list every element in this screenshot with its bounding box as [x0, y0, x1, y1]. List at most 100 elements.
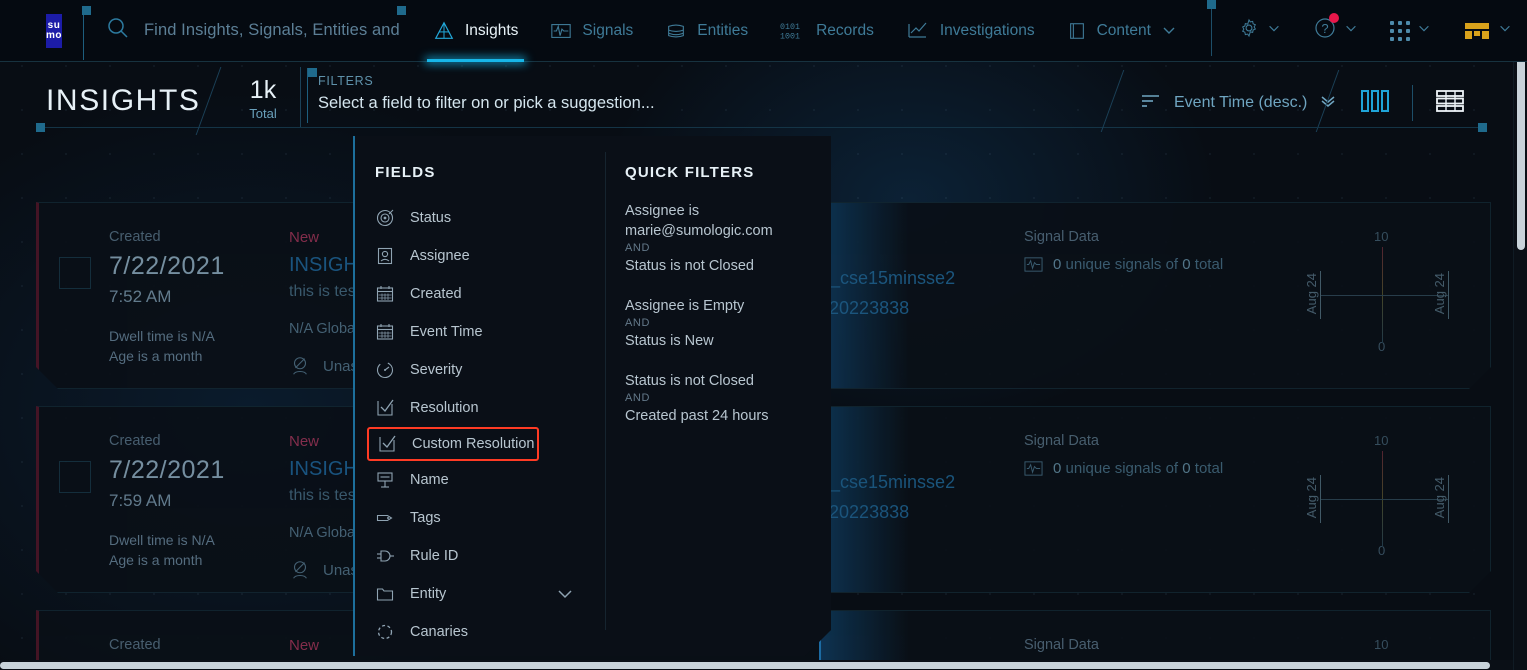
- card-signal-label: Signal Data: [1024, 229, 1099, 245]
- field-label: Tags: [410, 510, 441, 526]
- quick-filter-line-1: Status is not Closed: [625, 373, 754, 389]
- nav-item-signals[interactable]: Signals: [534, 0, 649, 62]
- field-item-entity[interactable]: Entity: [355, 575, 605, 613]
- chevron-down-icon: [1498, 21, 1512, 40]
- card-select-checkbox[interactable]: [59, 257, 91, 289]
- card-signal-unique: 0: [1053, 256, 1062, 273]
- field-item-name[interactable]: Name: [355, 461, 605, 499]
- checkbox-check-icon: [377, 434, 397, 454]
- entities-stack-icon: [665, 20, 687, 42]
- insights-total: 1k Total: [232, 75, 294, 121]
- horizontal-scrollbar[interactable]: [0, 660, 1513, 670]
- filter-suggestion-panel: FIELDS Status Assignee Created Event Tim…: [353, 136, 831, 656]
- card-sparkline-chart: 10 0 Aug 24 Aug 24: [1282, 417, 1482, 577]
- quick-filter-item[interactable]: Status is not Closed AND Created past 24…: [625, 371, 831, 426]
- filters-input[interactable]: Select a field to filter on or pick a su…: [318, 94, 1118, 113]
- field-label: Name: [410, 472, 449, 488]
- signal-waveform-icon: [1024, 459, 1043, 478]
- fields-column: FIELDS Status Assignee Created Event Tim…: [355, 136, 605, 656]
- nav-item-records[interactable]: 0101 1001 Records: [764, 0, 890, 62]
- card-created-column: Created 7/22/2021 7:52 AM Dwell time is …: [109, 229, 225, 366]
- nav-label-entities: Entities: [697, 21, 749, 39]
- account-button[interactable]: [1449, 0, 1526, 62]
- header-vertical-divider: [300, 67, 301, 127]
- target-status-icon: [375, 208, 395, 228]
- chevron-down-icon[interactable]: [555, 586, 575, 606]
- quick-filter-item[interactable]: Assignee is Empty AND Status is New: [625, 296, 831, 351]
- card-age: Age is a month: [109, 348, 203, 364]
- sign-name-icon: [375, 470, 395, 490]
- unassigned-icon: [289, 355, 311, 377]
- nav-label-insights: Insights: [465, 21, 519, 39]
- card-created-label: Created: [109, 637, 161, 653]
- card-created-label: Created: [109, 229, 161, 245]
- card-signal-unique: 0: [1053, 460, 1062, 477]
- signal-waveform-icon: [1024, 255, 1043, 274]
- apps-button[interactable]: [1376, 0, 1445, 62]
- field-item-rule-id[interactable]: Rule ID: [355, 537, 605, 575]
- header-underline-right: [1165, 127, 1480, 128]
- canary-dots-icon: [375, 622, 395, 642]
- nav-item-investigations[interactable]: Investigations: [890, 0, 1051, 62]
- field-item-resolution[interactable]: Resolution: [355, 389, 605, 427]
- sort-control[interactable]: Event Time (desc.): [1100, 70, 1340, 132]
- help-question-icon: ?: [1313, 13, 1339, 45]
- field-item-created[interactable]: Created: [355, 275, 605, 313]
- field-item-event-time[interactable]: Event Time: [355, 313, 605, 351]
- svg-text:?: ?: [1321, 21, 1328, 36]
- field-item-canaries[interactable]: Canaries: [355, 613, 605, 651]
- chevron-down-icon: [1267, 21, 1281, 40]
- card-select-checkbox[interactable]: [59, 461, 91, 493]
- card-signal-total: 0: [1182, 256, 1191, 273]
- card-created-date: 7/22/2021: [109, 252, 225, 280]
- filters-label: FILTERS: [318, 74, 374, 88]
- signal-waveform-icon: [550, 20, 572, 42]
- tag-icon: [375, 508, 395, 528]
- card-signal-label: Signal Data: [1024, 637, 1099, 653]
- row-view-icon[interactable]: [1435, 88, 1465, 119]
- nav-label-investigations: Investigations: [939, 21, 1035, 39]
- nav-item-entities[interactable]: Entities: [649, 0, 764, 62]
- quick-filter-line-1: Assignee is Empty: [625, 298, 745, 314]
- total-label: Total: [249, 106, 277, 121]
- chevron-down-icon: [1344, 21, 1358, 40]
- sumo-logic-logo[interactable]: su mo: [46, 13, 62, 48]
- gear-icon: [1238, 17, 1260, 44]
- field-item-status[interactable]: Status: [355, 199, 605, 237]
- total-count: 1k: [249, 76, 277, 104]
- card-signal-column: Signal Data 0 unique signals of 0 total: [1024, 433, 1223, 478]
- chart-top-label: 10: [1374, 229, 1389, 244]
- global-search[interactable]: Find Insights, Signals, Entities and mor…: [82, 5, 406, 60]
- field-item-severity[interactable]: Severity: [355, 351, 605, 389]
- svg-text:1001: 1001: [780, 31, 800, 41]
- page-title: INSIGHTS: [46, 84, 201, 117]
- help-button[interactable]: ?: [1299, 0, 1372, 62]
- quick-filter-item[interactable]: Assignee is marie@sumologic.com AND Stat…: [625, 201, 831, 276]
- column-view-icon[interactable]: [1360, 88, 1390, 119]
- field-item-tags[interactable]: Tags: [355, 499, 605, 537]
- chevron-down-icon: [1417, 21, 1431, 40]
- view-mode-controls: [1360, 74, 1465, 132]
- quick-filter-line-2: Created past 24 hours: [625, 408, 769, 424]
- nav-label-signals: Signals: [582, 21, 634, 39]
- investigations-chart-icon: [906, 20, 930, 42]
- card-dwell-time: Dwell time is N/A: [109, 532, 215, 548]
- search-corner-top-left: [82, 5, 91, 15]
- fields-header: FIELDS: [375, 164, 436, 181]
- field-item-assignee[interactable]: Assignee: [355, 237, 605, 275]
- card-signal-suffix: total: [1194, 460, 1224, 477]
- filters-bar[interactable]: FILTERS Select a field to filter on or p…: [307, 68, 1118, 123]
- nav-item-content[interactable]: Content: [1051, 0, 1193, 62]
- horizontal-scrollbar-thumb[interactable]: [0, 662, 1490, 669]
- card-created-time: 7:59 AM: [109, 491, 172, 510]
- field-label: Rule ID: [410, 548, 459, 564]
- calendar-icon: [375, 322, 395, 342]
- card-dwell-age: Dwell time is N/A Age is a month: [109, 326, 225, 366]
- search-input[interactable]: Find Insights, Signals, Entities and mor…: [144, 21, 405, 40]
- nav-item-insights[interactable]: Insights: [417, 0, 534, 62]
- app-grid-icon: [1389, 20, 1410, 41]
- settings-button[interactable]: [1224, 0, 1295, 62]
- quick-filter-line-2: Status is New: [625, 333, 714, 349]
- field-item-custom-resolution[interactable]: Custom Resolution: [367, 427, 539, 461]
- chart-left-date-label: Aug 24: [1304, 273, 1319, 315]
